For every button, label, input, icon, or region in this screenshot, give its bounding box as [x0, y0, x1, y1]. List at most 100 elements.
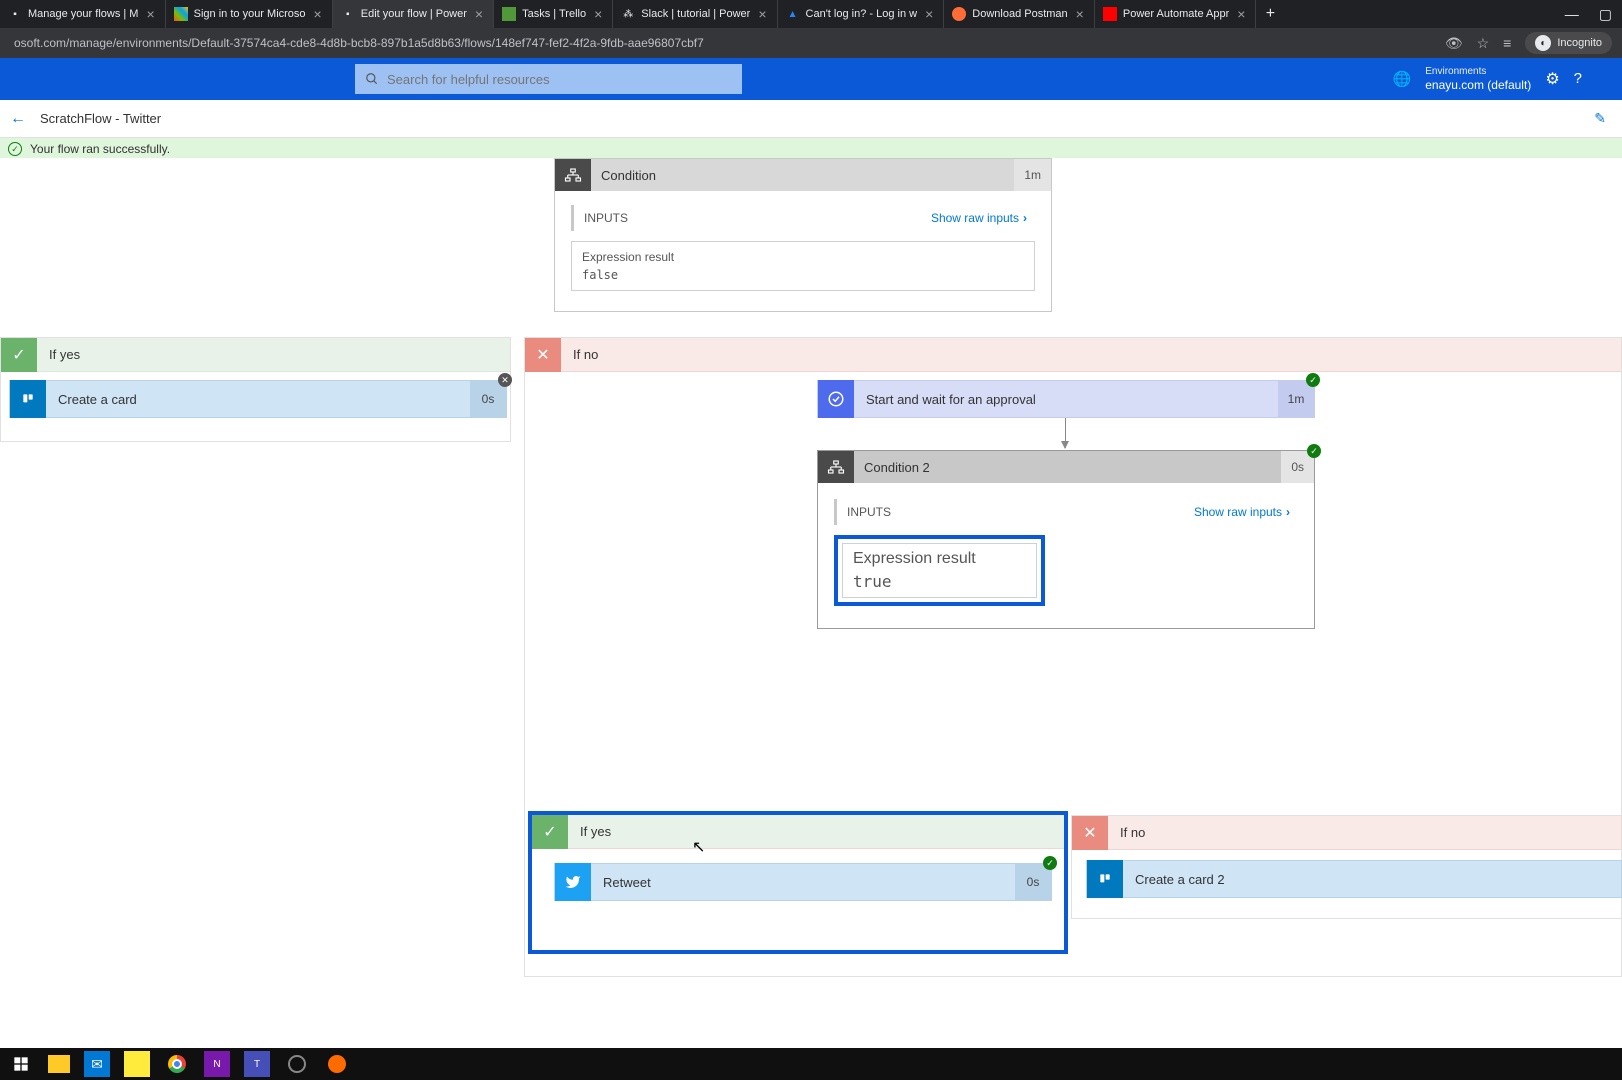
tab-title: Manage your flows | M: [28, 8, 138, 20]
browser-tab[interactable]: ▪ Edit your flow | Power ×: [333, 0, 494, 28]
approval-icon: [818, 380, 854, 418]
condition-card[interactable]: Condition 1m INPUTS Show raw inputs › Ex…: [554, 158, 1052, 312]
show-raw-inputs-link[interactable]: Show raw inputs ›: [1194, 505, 1290, 519]
env-value: enayu.com (default): [1425, 78, 1531, 92]
duration-badge: 1m: [1278, 381, 1314, 417]
flow-canvas[interactable]: Condition 1m INPUTS Show raw inputs › Ex…: [0, 158, 1622, 1048]
favicon: ▪: [341, 7, 355, 21]
app-icon[interactable]: [324, 1051, 350, 1077]
approval-action[interactable]: Start and wait for an approval 1m ✓: [817, 380, 1315, 418]
tab-title: Tasks | Trello: [522, 8, 586, 20]
page-title: ScratchFlow - Twitter: [40, 111, 161, 126]
browser-tab[interactable]: ▪Manage your flows | M×: [0, 0, 166, 28]
skipped-status-icon: ✕: [498, 373, 512, 387]
search-box[interactable]: [355, 64, 742, 94]
action-title: Create a card: [46, 392, 470, 407]
tab-close-icon[interactable]: ×: [144, 6, 156, 22]
action-title: Create a card 2: [1123, 872, 1621, 887]
edit-button[interactable]: ✎: [1594, 110, 1612, 127]
tab-strip: ▪ Manage your flows | M × Sign in to your …: [0, 0, 1622, 28]
create-card-action[interactable]: Create a card 0s ✕: [9, 380, 507, 418]
back-button[interactable]: ←: [10, 110, 26, 128]
tab-close-icon[interactable]: ×: [756, 6, 768, 22]
expression-value: true: [853, 572, 976, 591]
tab-title: Sign in to your Microso: [194, 8, 306, 20]
sticky-notes-icon[interactable]: [124, 1051, 150, 1077]
if-no-branch-nested[interactable]: ✕ If no Create a card 2: [1071, 815, 1622, 919]
teams-icon[interactable]: T: [244, 1051, 270, 1077]
env-label: Environments: [1425, 66, 1531, 78]
settings-icon[interactable]: ⚙: [1545, 69, 1559, 89]
obs-icon[interactable]: [284, 1051, 310, 1077]
tracking-icon[interactable]: 👁: [1445, 35, 1463, 52]
expression-label: Expression result: [582, 250, 1024, 264]
windows-taskbar: ✉ N T: [0, 1048, 1622, 1080]
breadcrumb-bar: ← ScratchFlow - Twitter ✎: [0, 100, 1622, 138]
cross-icon: ✕: [525, 338, 561, 372]
mail-icon[interactable]: ✉: [84, 1051, 110, 1077]
help-icon[interactable]: ?: [1574, 70, 1582, 87]
condition-body: INPUTS Show raw inputs › Expression resu…: [818, 483, 1314, 628]
browser-tab[interactable]: Tasks | Trello ×: [494, 0, 613, 28]
browser-chrome: ▪ Manage your flows | M × Sign in to your …: [0, 0, 1622, 58]
success-icon: ✓: [8, 142, 22, 156]
tab-close-icon[interactable]: ×: [1235, 6, 1247, 22]
branch-header[interactable]: ✓ If yes: [532, 815, 1064, 849]
maximize-button[interactable]: ▢: [1599, 6, 1612, 23]
tab-title: Download Postman: [972, 8, 1067, 20]
branch-header[interactable]: ✓ If yes: [1, 338, 510, 372]
retweet-action[interactable]: Retweet 0s ✓: [554, 863, 1052, 901]
condition-icon: [555, 159, 591, 191]
condition-body: INPUTS Show raw inputs › Expression resu…: [555, 191, 1051, 311]
tab-close-icon[interactable]: ×: [473, 6, 485, 22]
browser-tab[interactable]: ▲Can't log in? - Log in w×: [778, 0, 945, 28]
inputs-row: INPUTS Show raw inputs ›: [571, 205, 1035, 231]
environment-block: 🌐 Environments enayu.com (default) ⚙ ?: [1393, 66, 1582, 92]
chrome-icon[interactable]: [164, 1051, 190, 1077]
browser-tab[interactable]: Sign in to your Microso ×: [166, 0, 333, 28]
file-explorer-icon[interactable]: [48, 1055, 70, 1073]
search-input[interactable]: [387, 72, 732, 87]
expression-highlight: Expression result true: [834, 535, 1045, 606]
tab-close-icon[interactable]: ×: [312, 6, 324, 22]
if-yes-branch[interactable]: ✓ If yes Create a card 0s ✕: [0, 337, 511, 442]
browser-tab[interactable]: Download Postman ×: [944, 0, 1095, 28]
environment-text[interactable]: Environments enayu.com (default): [1425, 66, 1531, 92]
branch-header[interactable]: ✕ If no: [525, 338, 1621, 372]
if-no-branch[interactable]: ✕ If no Start and wait for an approval 1…: [524, 337, 1622, 977]
new-tab-button[interactable]: +: [1256, 5, 1284, 23]
favicon: ▲: [786, 7, 800, 21]
duration-badge: 1m: [1014, 159, 1051, 191]
if-yes-branch-nested[interactable]: ✓ If yes Retweet 0s ✓: [528, 811, 1068, 954]
condition-title: Condition 2: [854, 460, 1281, 475]
start-button[interactable]: [8, 1051, 34, 1077]
incognito-badge: ◐Incognito: [1525, 32, 1612, 54]
condition2-card[interactable]: Condition 2 0s ✓ INPUTS Show raw inputs …: [817, 450, 1315, 629]
success-banner: ✓ Your flow ran successfully.: [0, 138, 1622, 160]
condition-header[interactable]: Condition 2 0s ✓: [818, 451, 1314, 483]
tab-close-icon[interactable]: ×: [592, 6, 604, 22]
environment-icon[interactable]: 🌐: [1393, 70, 1412, 88]
address-bar[interactable]: osoft.com/manage/environments/Default-37…: [0, 28, 1622, 58]
duration-badge: 0s: [1015, 864, 1051, 900]
minimize-button[interactable]: —: [1565, 6, 1579, 23]
favicon: [952, 7, 966, 21]
browser-tab[interactable]: ⁂Slack | tutorial | Power×: [613, 0, 777, 28]
browser-tab[interactable]: Power Automate Appr ×: [1095, 0, 1257, 28]
tab-title: Power Automate Appr: [1123, 8, 1229, 20]
pa-header: 🌐 Environments enayu.com (default) ⚙ ?: [0, 58, 1622, 100]
expression-result-box: Expression result false: [571, 241, 1035, 291]
tab-title: Edit your flow | Power: [361, 8, 467, 20]
branch-header[interactable]: ✕ If no: [1072, 816, 1621, 850]
reading-list-icon[interactable]: ≡: [1503, 35, 1511, 51]
tab-close-icon[interactable]: ×: [1074, 6, 1086, 22]
create-card2-action[interactable]: Create a card 2: [1086, 860, 1622, 898]
chevron-right-icon: ›: [1023, 211, 1027, 225]
show-raw-inputs-link[interactable]: Show raw inputs ›: [931, 211, 1027, 225]
condition-header[interactable]: Condition 1m: [555, 159, 1051, 191]
expression-value: false: [582, 268, 1024, 282]
success-status-icon: ✓: [1307, 444, 1321, 458]
tab-close-icon[interactable]: ×: [923, 6, 935, 22]
bookmark-icon[interactable]: ☆: [1477, 35, 1490, 52]
onenote-icon[interactable]: N: [204, 1051, 230, 1077]
